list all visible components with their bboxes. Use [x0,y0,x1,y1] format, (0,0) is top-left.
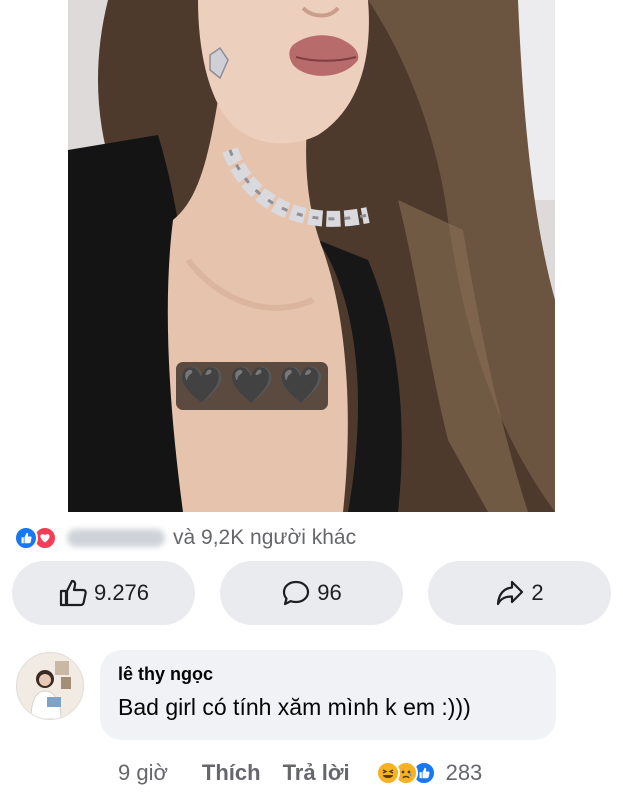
share-count: 2 [531,580,544,605]
black-heart-icon: 🖤 [179,365,225,406]
comment-bubble-icon [283,580,310,606]
comment-bubble: lê thy ngọc Bad girl có tính xăm mình k … [100,650,556,740]
censor-sticker: 🖤 🖤 🖤 [176,362,328,410]
reactions-summary-text: và 9,2K người khác [173,526,357,549]
post-photo[interactable]: 🖤 🖤 🖤 [68,0,555,512]
comment-reply-link[interactable]: Trả lời [283,760,350,786]
comment-reactions[interactable] [375,761,436,785]
photo-illustration [68,0,555,512]
share-arrow-icon [497,580,524,606]
comment-meta: 9 giờ Thích Trả lời 283 [118,758,482,788]
like-icon [14,526,38,550]
share-button[interactable]: 2 [428,561,611,625]
comment-author[interactable]: lê thy ngọc [118,664,538,685]
commenter-avatar[interactable] [16,652,84,720]
reactions-summary[interactable]: và 9,2K người khác [14,524,356,552]
comment-text: Bad girl có tính xăm mình k em :))) [118,694,471,720]
comment-button[interactable]: 96 [220,561,403,625]
comment-time[interactable]: 9 giờ [118,760,168,786]
blurred-friend-name [67,529,165,547]
avatar-image [17,653,83,719]
like-count: 9.276 [93,580,150,605]
comment-like-link[interactable]: Thích [202,760,261,786]
black-heart-icon: 🖤 [229,365,275,406]
comment-count: 96 [317,580,342,605]
comment-reaction-count[interactable]: 283 [446,760,483,786]
like-button[interactable]: 9.276 [12,561,195,625]
black-heart-icon: 🖤 [279,365,325,406]
thumbs-up-icon [59,579,87,607]
haha-icon [375,761,400,785]
